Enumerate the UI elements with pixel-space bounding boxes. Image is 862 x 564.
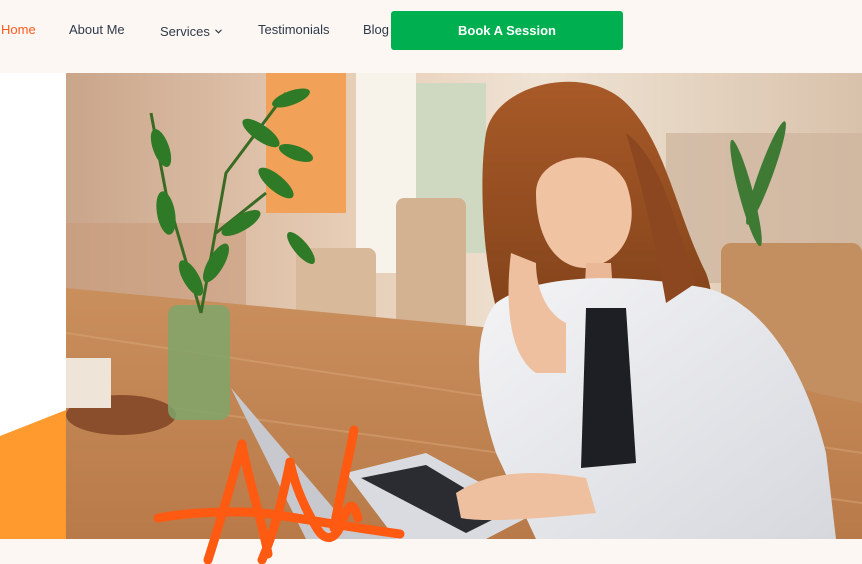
main-navigation: Home About Me Services Testimonials Blog… bbox=[0, 0, 862, 60]
nav-services[interactable]: Services bbox=[160, 22, 222, 39]
signature-graphic bbox=[153, 425, 405, 564]
book-session-button[interactable]: Book A Session bbox=[391, 11, 623, 50]
nav-testimonials[interactable]: Testimonials bbox=[258, 22, 330, 37]
section-divider bbox=[0, 539, 862, 564]
hero-section bbox=[0, 73, 862, 539]
nav-home[interactable]: Home bbox=[1, 22, 36, 37]
nav-blog[interactable]: Blog bbox=[363, 22, 389, 37]
orange-accent-shape bbox=[0, 410, 66, 539]
nav-about-me[interactable]: About Me bbox=[69, 22, 125, 37]
chevron-down-icon bbox=[214, 22, 222, 37]
nav-services-label: Services bbox=[160, 24, 210, 39]
